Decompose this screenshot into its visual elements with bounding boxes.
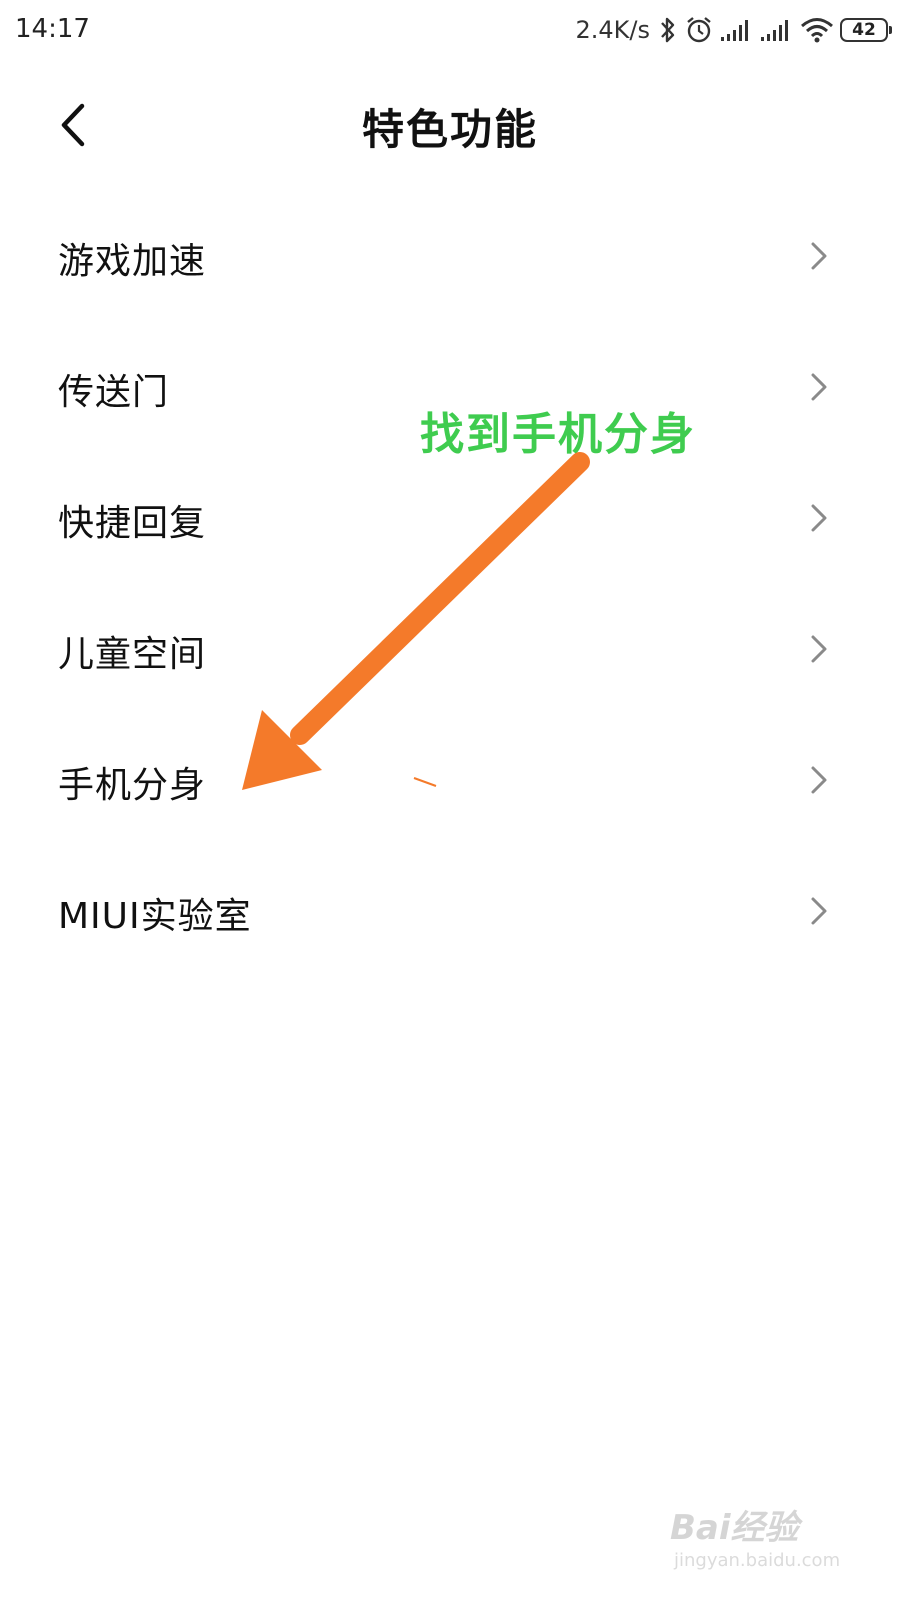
status-icons: 2.4K/s 42 [575, 12, 892, 48]
signal-icon [720, 17, 754, 43]
menu-item-label: 传送门 [58, 372, 170, 413]
page-title: 特色功能 [361, 105, 538, 154]
watermark-url: jingyan.baidu.com [674, 1550, 841, 1571]
chevron-right-icon [811, 897, 827, 925]
chevron-right-icon [811, 373, 827, 401]
chevron-right-icon [811, 766, 827, 794]
chevron-right-icon [811, 635, 827, 663]
bluetooth-icon [658, 15, 678, 45]
annotation-text: 找到手机分身 [420, 409, 696, 460]
wifi-icon [800, 16, 834, 44]
watermark-brand: Bai经验 [670, 1508, 799, 1548]
alarm-icon [684, 15, 714, 45]
menu-item-label: 快捷回复 [58, 503, 207, 544]
status-time: 14:17 [15, 14, 90, 44]
watermark: Bai经验 jingyan.baidu.com [670, 1500, 840, 1580]
menu-item-second-space[interactable]: 手机分身 [0, 714, 900, 845]
feature-list: 游戏加速 传送门 快捷回复 儿童空间 手机分身 MIUI实验室 [0, 190, 900, 976]
network-speed: 2.4K/s [575, 16, 651, 44]
menu-item-game-boost[interactable]: 游戏加速 [0, 190, 900, 321]
menu-item-kids-space[interactable]: 儿童空间 [0, 583, 900, 714]
menu-item-label: 手机分身 [58, 765, 207, 806]
menu-item-miui-lab[interactable]: MIUI实验室 [0, 845, 900, 976]
menu-item-label: 游戏加速 [58, 241, 207, 282]
menu-item-label: 儿童空间 [58, 634, 207, 675]
header: 特色功能 [0, 80, 900, 170]
menu-item-label: MIUI实验室 [58, 896, 252, 937]
chevron-right-icon [811, 242, 827, 270]
chevron-right-icon [811, 504, 827, 532]
battery-icon: 42 [840, 18, 892, 42]
status-bar: 14:17 2.4K/s 42 [0, 0, 900, 60]
menu-item-quick-reply[interactable]: 快捷回复 [0, 452, 900, 583]
signal-icon [760, 17, 794, 43]
